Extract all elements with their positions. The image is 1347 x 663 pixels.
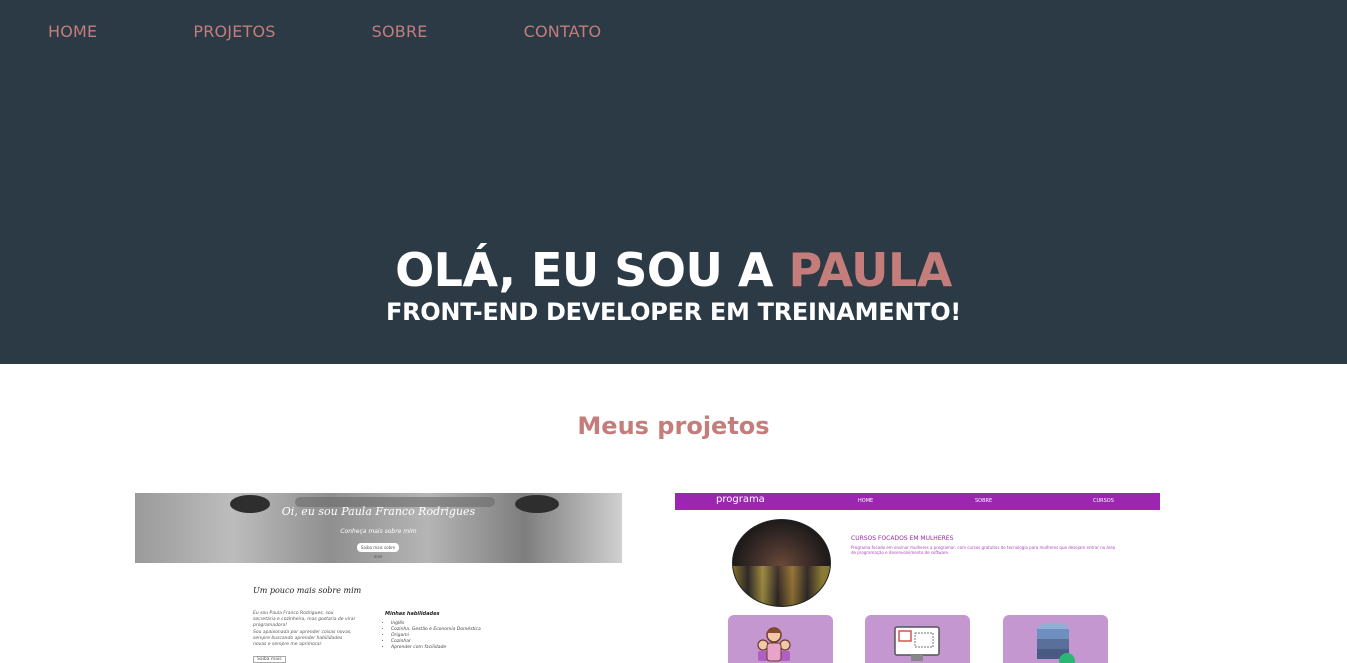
project-navbar: programa HOME SOBRE CURSOS bbox=[675, 493, 1160, 510]
hero-name: PAULA bbox=[788, 243, 952, 297]
computer-screen-icon bbox=[894, 626, 940, 661]
main-nav: HOME PROJETOS SOBRE CONTATO bbox=[48, 22, 601, 41]
feature-card-screen bbox=[865, 615, 970, 663]
database-check-icon bbox=[1037, 623, 1075, 663]
group-photo-crowd bbox=[733, 566, 830, 606]
hero-title: OLÁ, EU SOU A PAULA bbox=[0, 243, 1347, 297]
project-more-link: Saiba mais bbox=[253, 656, 286, 663]
project-paragraph-2: Sou apaixonada por aprender coisas novas… bbox=[253, 630, 352, 647]
hero-greeting: OLÁ, EU SOU A bbox=[395, 243, 789, 297]
projects-title: Meus projetos bbox=[577, 412, 770, 440]
nav-contact-link[interactable]: CONTATO bbox=[524, 22, 602, 41]
feature-card-people bbox=[728, 615, 833, 663]
project-nav-link: CURSOS bbox=[1093, 498, 1114, 504]
project-skills-heading: Minhas habilidades bbox=[385, 611, 440, 617]
project-nav-link: SOBRE bbox=[975, 498, 993, 504]
project-paragraph-1: Eu sou Paula Franco Rodrigues, sou secre… bbox=[253, 611, 356, 628]
project-section-heading: Um pouco mais sobre mim bbox=[253, 586, 362, 595]
nav-projects-link[interactable]: PROJETOS bbox=[193, 22, 275, 41]
people-icon bbox=[757, 627, 791, 662]
nav-about-link[interactable]: SOBRE bbox=[372, 22, 428, 41]
project-heading: CURSOS FOCADOS EM MULHERES bbox=[851, 535, 954, 542]
project-card-portfolio[interactable]: Oi, eu sou Paula Franco Rodrigues Conheç… bbox=[135, 493, 622, 663]
project-card-programa[interactable]: programa HOME SOBRE CURSOS CURSOS FOCADO… bbox=[675, 493, 1160, 663]
list-item: Aprender com facilidade bbox=[391, 645, 481, 651]
project-banner-title: Oi, eu sou Paula Franco Rodrigues bbox=[281, 505, 476, 518]
project-brand: programa bbox=[716, 494, 765, 505]
project-nav-link: HOME bbox=[858, 498, 874, 504]
hero-subtitle: FRONT-END DEVELOPER EM TREINAMENTO! bbox=[386, 298, 961, 326]
project-banner-subtitle: Conheça mais sobre mim bbox=[340, 528, 417, 535]
hero-section: HOME PROJETOS SOBRE CONTATO OLÁ, EU SOU … bbox=[0, 0, 1347, 364]
group-photo bbox=[732, 519, 831, 607]
project-text: Programa focado em ensinar mulheres a pr… bbox=[851, 545, 1116, 555]
project-banner-image: Oi, eu sou Paula Franco Rodrigues Conheç… bbox=[135, 493, 622, 563]
project-skills-list: Inglês Cozinha, Gestão e Economia Domést… bbox=[391, 621, 481, 651]
project-banner-button: Saiba mais sobre mim bbox=[357, 543, 399, 559]
feature-card-database bbox=[1003, 615, 1108, 663]
nav-home-link[interactable]: HOME bbox=[48, 22, 97, 41]
